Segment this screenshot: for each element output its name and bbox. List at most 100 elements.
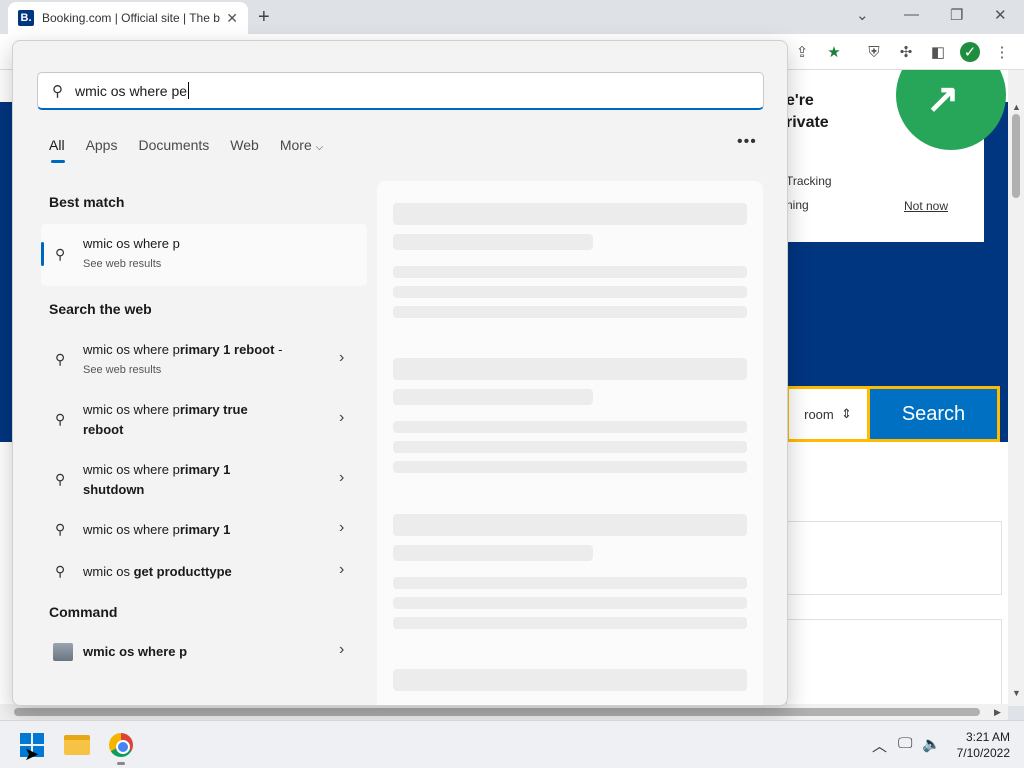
bookmark-star-icon[interactable]: ★ — [824, 42, 844, 62]
tab-apps[interactable]: Apps — [86, 137, 118, 153]
web-result[interactable]: ⚲ wmic os where primary 1 reboot - See w… — [41, 331, 367, 389]
best-match-heading: Best match — [49, 194, 125, 210]
browser-tab[interactable]: B. Booking.com | Official site | The b ✕ — [8, 2, 248, 34]
scroll-up-icon[interactable]: ▲ — [1012, 102, 1021, 112]
chrome-icon[interactable] — [109, 733, 133, 757]
skeleton-line — [393, 286, 747, 298]
file-explorer-icon[interactable] — [64, 735, 90, 755]
tab-search-icon[interactable]: ⌄ — [856, 6, 869, 24]
search-query-text: wmic os where pe — [75, 82, 188, 99]
running-indicator — [117, 762, 125, 765]
chevron-right-icon[interactable]: › — [339, 349, 344, 367]
chevron-right-icon[interactable]: › — [339, 561, 344, 579]
clock-time: 3:21 AM — [965, 730, 1010, 744]
tab-web[interactable]: Web — [230, 137, 259, 153]
chevron-down-icon: ⌵ — [315, 142, 324, 153]
search-icon: ⚲ — [55, 246, 66, 262]
result-bold: get producttype — [133, 564, 232, 579]
skeleton-line — [393, 617, 747, 629]
shield-check-extension-icon[interactable]: ✓ — [960, 42, 980, 62]
new-tab-button[interactable]: + — [258, 6, 270, 29]
web-result[interactable]: ⚲ wmic os where primary 1 › — [41, 513, 367, 549]
browser-menu-icon[interactable]: ⋮ — [992, 42, 1012, 62]
popup-tracking-text: Tracking — [786, 174, 832, 188]
chevron-up-icon[interactable]: ︿ — [872, 735, 887, 756]
result-line2: reboot — [83, 422, 124, 437]
popup-heading-line2: rivate — [786, 114, 829, 131]
tab-more[interactable]: More ⌵ — [280, 137, 323, 153]
share-icon[interactable]: ⇪ — [792, 42, 812, 62]
restore-button[interactable]: ❐ — [950, 6, 963, 24]
privacy-popup: ↗ e're rivate Tracking ning Not now — [786, 70, 1006, 242]
result-prefix: wmic os — [83, 564, 134, 579]
skeleton-line — [393, 461, 747, 473]
skeleton-line — [393, 597, 747, 609]
content-card — [786, 619, 1002, 706]
more-options-icon[interactable]: ••• — [737, 133, 757, 151]
clock-date: 7/10/2022 — [956, 746, 1010, 760]
close-window-button[interactable]: ✕ — [994, 6, 1007, 24]
horizontal-scrollbar[interactable]: ▶ — [0, 704, 1008, 720]
search-icon: ⚲ — [55, 471, 66, 487]
command-title: wmic os where p — [83, 644, 188, 659]
minimize-button[interactable]: — — [904, 6, 919, 23]
command-prompt-icon — [53, 643, 73, 661]
result-bold: rimary 1 — [179, 522, 231, 537]
command-result[interactable]: wmic os where p › — [41, 635, 367, 671]
skeleton-line — [393, 421, 747, 433]
web-result[interactable]: ⚲ wmic os where primary 1 shutdown › — [41, 453, 367, 511]
result-line2: shutdown — [83, 482, 145, 497]
speaker-icon[interactable]: 🔈 — [922, 735, 941, 753]
booking-favicon-icon: B. — [18, 10, 34, 26]
search-icon: ⚲ — [52, 82, 63, 100]
tab-documents[interactable]: Documents — [138, 137, 209, 153]
vertical-scroll-thumb[interactable] — [1012, 114, 1020, 198]
close-tab-icon[interactable]: ✕ — [226, 10, 238, 27]
popup-ning-text: ning — [786, 198, 809, 212]
tab-all[interactable]: All — [49, 137, 65, 163]
booking-search-bar: room ⇕ Search — [786, 386, 1000, 442]
best-match-result[interactable]: ⚲ wmic os where p See web results — [41, 224, 367, 286]
result-prefix: wmic os where p — [83, 342, 180, 357]
arrow-up-right-icon: ↗ — [926, 77, 960, 121]
search-input[interactable]: ⚲ wmic os where pe — [37, 72, 764, 110]
chevron-right-icon[interactable]: › — [339, 519, 344, 537]
system-clock[interactable]: 3:21 AM 7/10/2022 — [950, 729, 1010, 761]
chevron-right-icon[interactable]: › — [339, 641, 344, 659]
scroll-right-icon[interactable]: ▶ — [994, 707, 1001, 718]
result-prefix: wmic os where p — [83, 522, 180, 537]
skeleton-line — [393, 545, 593, 561]
chevron-right-icon[interactable]: › — [339, 469, 344, 487]
web-result[interactable]: ⚲ wmic os get producttype › — [41, 555, 367, 591]
room-select[interactable]: room ⇕ — [789, 389, 867, 439]
adblock-extension-icon[interactable]: ⛨ — [864, 42, 884, 62]
vertical-scrollbar[interactable]: ▲ ▼ — [1008, 70, 1024, 706]
search-filter-tabs: All Apps Documents Web More ⌵ — [49, 137, 323, 163]
best-match-subtitle: See web results — [83, 258, 162, 270]
command-heading: Command — [49, 604, 118, 620]
skeleton-line — [393, 441, 747, 453]
web-result[interactable]: ⚲ wmic os where primary true reboot › — [41, 393, 367, 451]
selection-indicator — [41, 242, 44, 266]
horizontal-scroll-thumb[interactable] — [14, 708, 980, 716]
skeleton-line — [393, 514, 747, 536]
search-button[interactable]: Search — [870, 389, 997, 439]
search-icon: ⚲ — [55, 351, 66, 367]
search-the-web-heading: Search the web — [49, 301, 152, 317]
extensions-puzzle-icon[interactable]: ✣ — [896, 42, 916, 62]
popup-heading-line1: e're — [786, 92, 814, 109]
scroll-down-icon[interactable]: ▼ — [1012, 688, 1021, 698]
content-card — [786, 521, 1002, 595]
best-match-title: wmic os where p — [83, 236, 180, 251]
chevron-right-icon[interactable]: › — [339, 409, 344, 427]
text-caret — [188, 82, 190, 99]
skeleton-line — [393, 203, 747, 225]
browser-tabstrip: B. Booking.com | Official site | The b ✕… — [0, 0, 1024, 34]
result-suffix: - — [274, 342, 283, 357]
tab-title: Booking.com | Official site | The b — [42, 11, 220, 25]
side-panel-icon[interactable]: ◧ — [928, 42, 948, 62]
not-now-link[interactable]: Not now — [904, 199, 948, 213]
network-icon[interactable]: 🖵 — [898, 735, 912, 752]
mouse-pointer-icon: ➤ — [24, 744, 40, 764]
result-bold: rimary 1 — [179, 462, 231, 477]
